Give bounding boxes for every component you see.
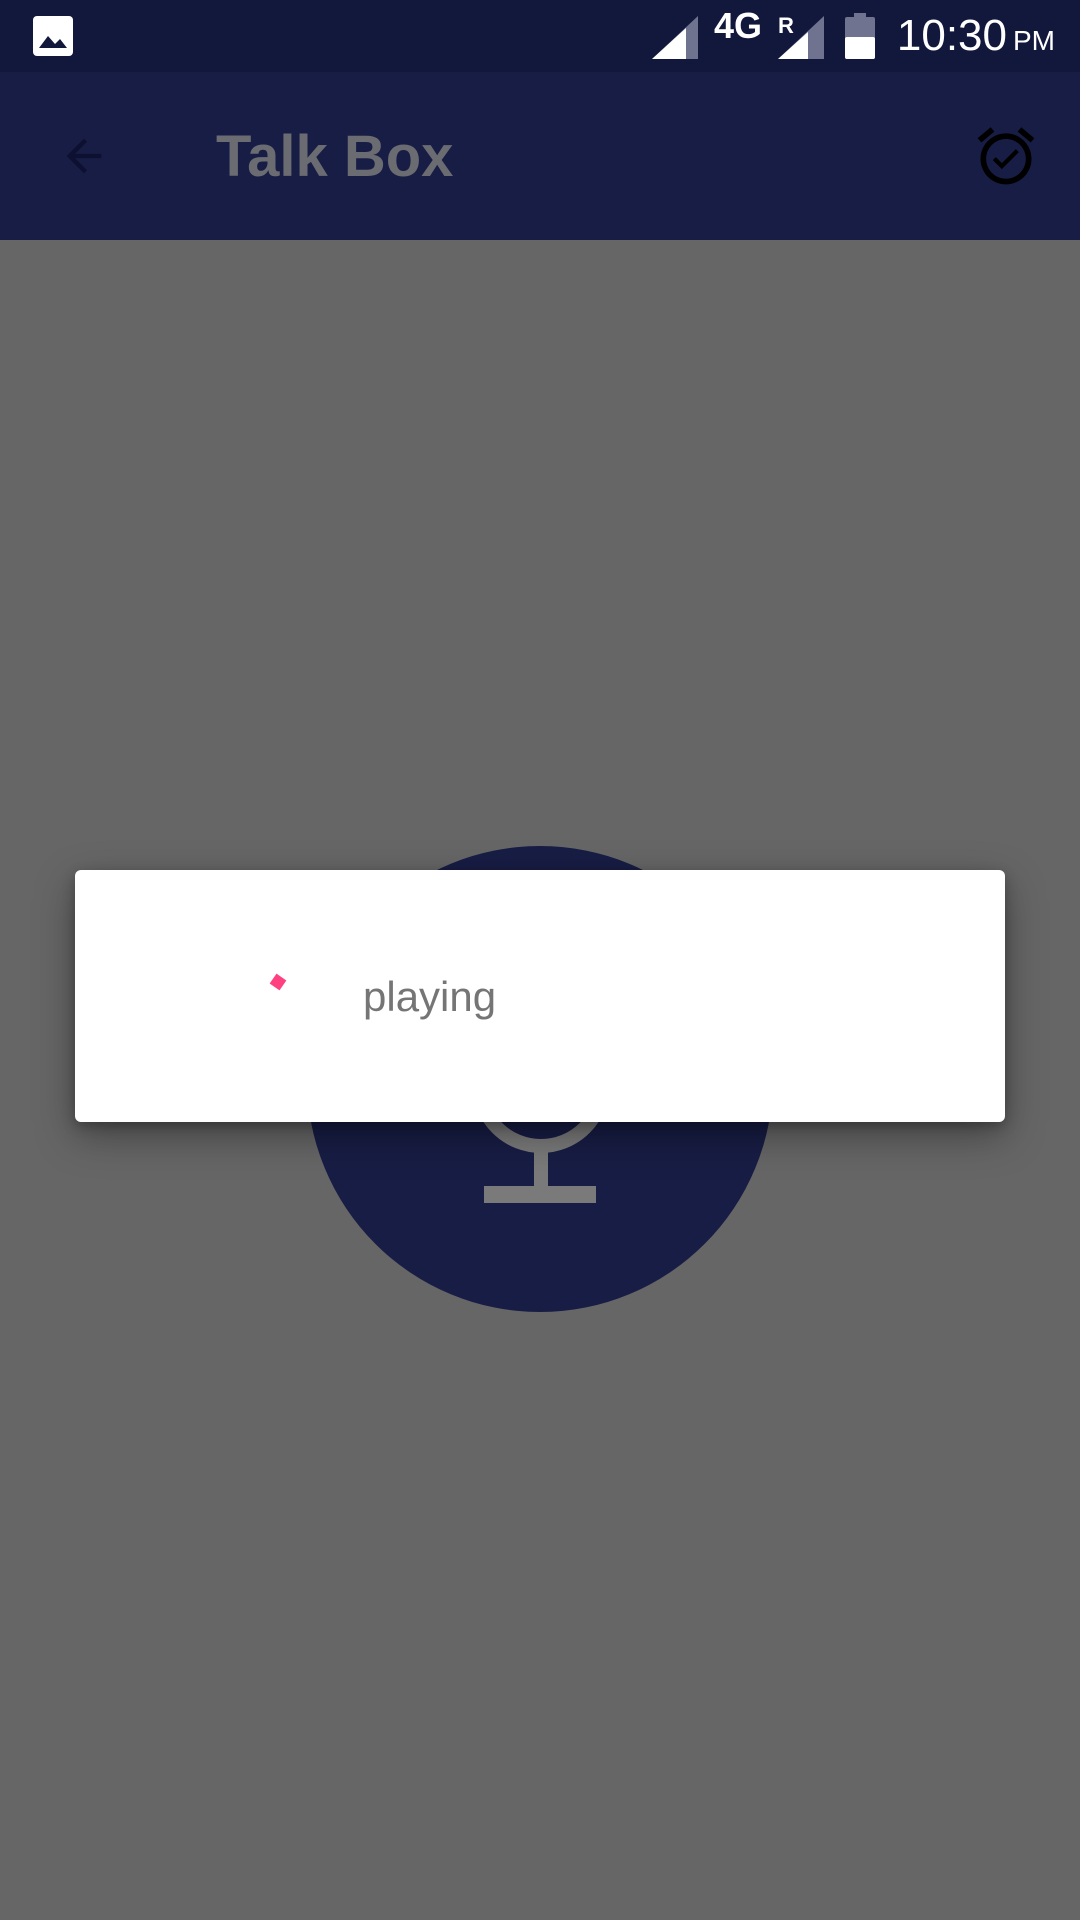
page-title: Talk Box <box>216 124 454 189</box>
status-clock: 10:30 PM <box>897 10 1055 67</box>
progress-dialog: playing <box>75 870 1005 1122</box>
network-type-label: 4G <box>714 5 763 46</box>
clock-ampm: PM <box>1013 25 1055 56</box>
progress-spinner-icon <box>269 973 287 991</box>
signal-icon <box>778 16 824 59</box>
signal-icon <box>652 16 698 59</box>
dialog-message: playing <box>363 973 497 1020</box>
arrow-back-icon <box>66 138 102 174</box>
back-button[interactable] <box>44 116 124 196</box>
alarm-check-icon <box>977 127 1035 185</box>
app-bar: Talk Box <box>0 72 1080 240</box>
alarm-button[interactable] <box>968 118 1044 194</box>
gallery-icon <box>33 16 73 56</box>
battery-icon <box>845 13 875 59</box>
clock-time: 10:30 <box>896 11 1007 60</box>
status-bar: 4G R 10:30 PM <box>0 0 1080 72</box>
